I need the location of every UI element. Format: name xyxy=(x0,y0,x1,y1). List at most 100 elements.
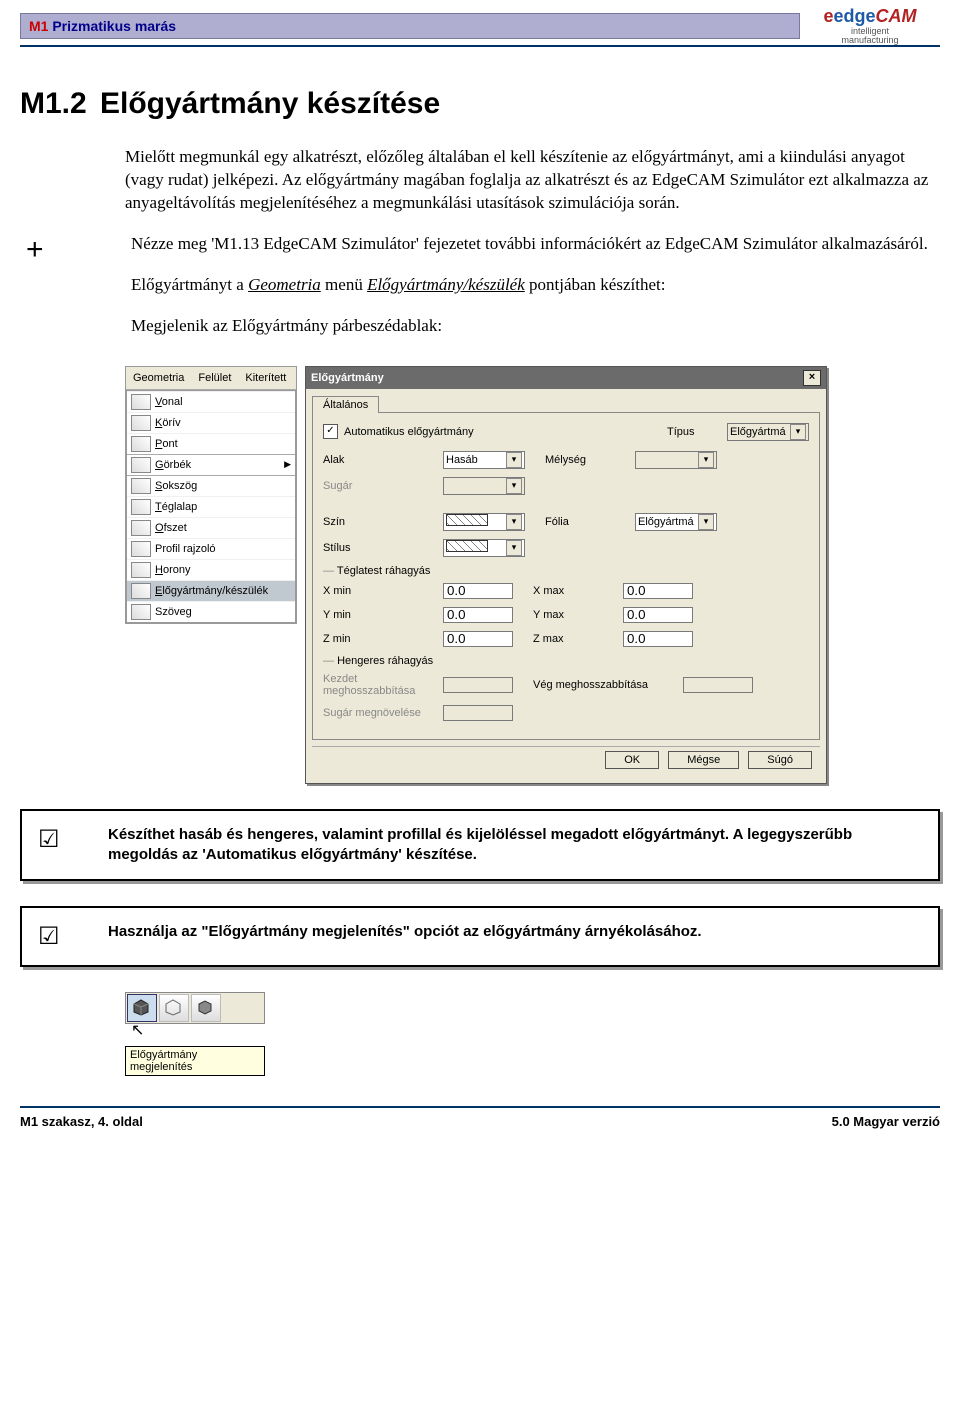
input-zmax[interactable] xyxy=(623,631,693,647)
menu-item-label: Profil rajzoló xyxy=(155,543,216,555)
input-zmin[interactable] xyxy=(443,631,513,647)
ok-button[interactable]: OK xyxy=(605,751,659,769)
cube-alt-icon xyxy=(195,998,215,1016)
select-alak[interactable]: Hasáb▾ xyxy=(443,451,525,469)
select-melyseg[interactable]: ▾ xyxy=(635,451,717,469)
menu-item-label: Sokszög xyxy=(155,480,197,492)
menu-item[interactable]: Profil rajzoló xyxy=(127,538,295,559)
check-icon: ☑ xyxy=(38,825,108,866)
label-ymin: Y min xyxy=(323,609,443,621)
stock-other-button[interactable] xyxy=(191,994,221,1022)
header-bar: M1 Prizmatikus marás eedgeCAM intelligen… xyxy=(20,6,940,47)
label-szin: Szín xyxy=(323,516,443,528)
page-footer: M1 szakasz, 4. oldal 5.0 Magyar verzió xyxy=(20,1106,940,1129)
menu-item-icon xyxy=(131,394,151,410)
label-sugar-nov: Sugár megnövelése xyxy=(323,707,443,719)
label-kezdet: Kezdet meghosszabbítása xyxy=(323,673,443,697)
label-stilus: Stílus xyxy=(323,542,443,554)
menu-item-icon xyxy=(131,457,151,473)
label-veg: Vég meghosszabbítása xyxy=(513,679,683,691)
select-stilus[interactable]: ▾ xyxy=(443,539,525,557)
input-ymax[interactable] xyxy=(623,607,693,623)
menu-tab-geometria[interactable]: Geometria xyxy=(126,369,191,387)
tip-text-2: Használja az "Előgyártmány megjelenítés"… xyxy=(108,922,922,951)
tooltip-stock-display: Előgyártmány megjelenítés xyxy=(125,1046,265,1076)
chevron-down-icon: ▾ xyxy=(698,514,714,530)
menu-item-label: Körív xyxy=(155,417,181,429)
plus-paragraph: Nézze meg 'M1.13 EdgeCAM Szimulátor' fej… xyxy=(131,233,940,256)
menu-item-label: Horony xyxy=(155,564,190,576)
cancel-button[interactable]: Mégse xyxy=(668,751,739,769)
label-zmax: Z max xyxy=(513,633,623,645)
paragraph-3: Megjelenik az Előgyártmány párbeszédabla… xyxy=(131,315,940,338)
logo-sub2: manufacturing xyxy=(800,36,940,45)
menu-item-icon xyxy=(131,436,151,452)
menu-item-icon xyxy=(131,520,151,536)
select-sugar[interactable]: ▾ xyxy=(443,477,525,495)
menu-item-label: Téglalap xyxy=(155,501,197,513)
cursor-icon: ↖ xyxy=(131,1020,271,1040)
menu-item[interactable]: Sokszög xyxy=(127,475,295,496)
cube-solid-icon xyxy=(131,998,151,1016)
menu-item-label: Görbék xyxy=(155,459,191,471)
menu-item-icon xyxy=(131,604,151,620)
menu-item-icon xyxy=(131,415,151,431)
menu-item[interactable]: Pont xyxy=(127,433,295,454)
menu-item[interactable]: Körív xyxy=(127,412,295,433)
label-melyseg: Mélység xyxy=(525,454,635,466)
menu-tab-felulet[interactable]: Felület xyxy=(191,369,238,387)
menu-item[interactable]: Vonal xyxy=(127,391,295,412)
label-tipus: Típus xyxy=(667,426,727,438)
select-szin[interactable]: ▾ xyxy=(443,513,525,531)
header-title: M1 Prizmatikus marás xyxy=(20,13,800,39)
menu-item-label: Szöveg xyxy=(155,606,192,618)
paragraph-1: Mielőtt megmunkál egy alkatrészt, előzől… xyxy=(125,146,940,215)
chevron-down-icon: ▾ xyxy=(506,478,522,494)
menu-item-icon xyxy=(131,583,151,599)
select-folia[interactable]: Előgyártmá▾ xyxy=(635,513,717,531)
stock-display-button[interactable] xyxy=(127,994,157,1022)
menu-tab-kiteritett[interactable]: Kiterített xyxy=(238,369,293,387)
chevron-down-icon: ▾ xyxy=(698,452,714,468)
group-teglatest: Téglatest ráhagyás xyxy=(323,565,809,577)
menu-item-icon xyxy=(131,478,151,494)
menu-item[interactable]: Előgyártmány/készülék xyxy=(127,580,295,601)
dialog-buttons: OK Mégse Súgó xyxy=(312,746,820,777)
display-toolbar: ↖ Előgyártmány megjelenítés xyxy=(125,992,265,1076)
label-folia: Fólia xyxy=(525,516,635,528)
section-title-text: Előgyártmány készítése xyxy=(100,87,440,120)
label-xmax: X max xyxy=(513,585,623,597)
section-heading: M1.2Előgyártmány készítése xyxy=(20,87,940,121)
plus-icon: + xyxy=(20,233,131,356)
menu-ref-elogyartmany: Előgyártmány/készülék xyxy=(367,275,525,294)
menu-item[interactable]: Ofszet xyxy=(127,517,295,538)
input-kezdet xyxy=(443,677,513,693)
elogyartmany-dialog: Előgyártmány × Általános ✓ Automatikus e… xyxy=(305,366,827,784)
paragraph-2: Előgyártmányt a Geometria menü Előgyártm… xyxy=(131,274,940,297)
menu-item[interactable]: Horony xyxy=(127,559,295,580)
input-veg xyxy=(683,677,753,693)
logo: eedgeCAM intelligent manufacturing xyxy=(800,6,940,45)
menu-item[interactable]: Téglalap xyxy=(127,496,295,517)
input-ymin[interactable] xyxy=(443,607,513,623)
dialog-titlebar: Előgyártmány × xyxy=(306,367,826,389)
label-sugar: Sugár xyxy=(323,480,443,492)
input-xmin[interactable] xyxy=(443,583,513,599)
stock-wire-button[interactable] xyxy=(159,994,189,1022)
menu-item[interactable]: Szöveg xyxy=(127,601,295,622)
select-tipus[interactable]: Előgyártmá▾ xyxy=(727,423,809,441)
input-xmax[interactable] xyxy=(623,583,693,599)
menu-ref-geometria: Geometria xyxy=(248,275,321,294)
auto-checkbox-label: Automatikus előgyártmány xyxy=(344,426,474,438)
chevron-down-icon: ▾ xyxy=(506,540,522,556)
menu-item[interactable]: Görbék▶ xyxy=(127,454,295,475)
tab-altalanos[interactable]: Általános xyxy=(312,396,379,413)
menu-item-icon xyxy=(131,562,151,578)
chevron-down-icon: ▾ xyxy=(790,424,806,440)
close-icon[interactable]: × xyxy=(803,370,821,386)
footer-right: 5.0 Magyar verzió xyxy=(832,1114,940,1129)
help-button[interactable]: Súgó xyxy=(748,751,812,769)
label-xmin: X min xyxy=(323,585,443,597)
section-number: M1.2 xyxy=(20,87,100,121)
auto-checkbox[interactable]: ✓ xyxy=(323,424,338,439)
